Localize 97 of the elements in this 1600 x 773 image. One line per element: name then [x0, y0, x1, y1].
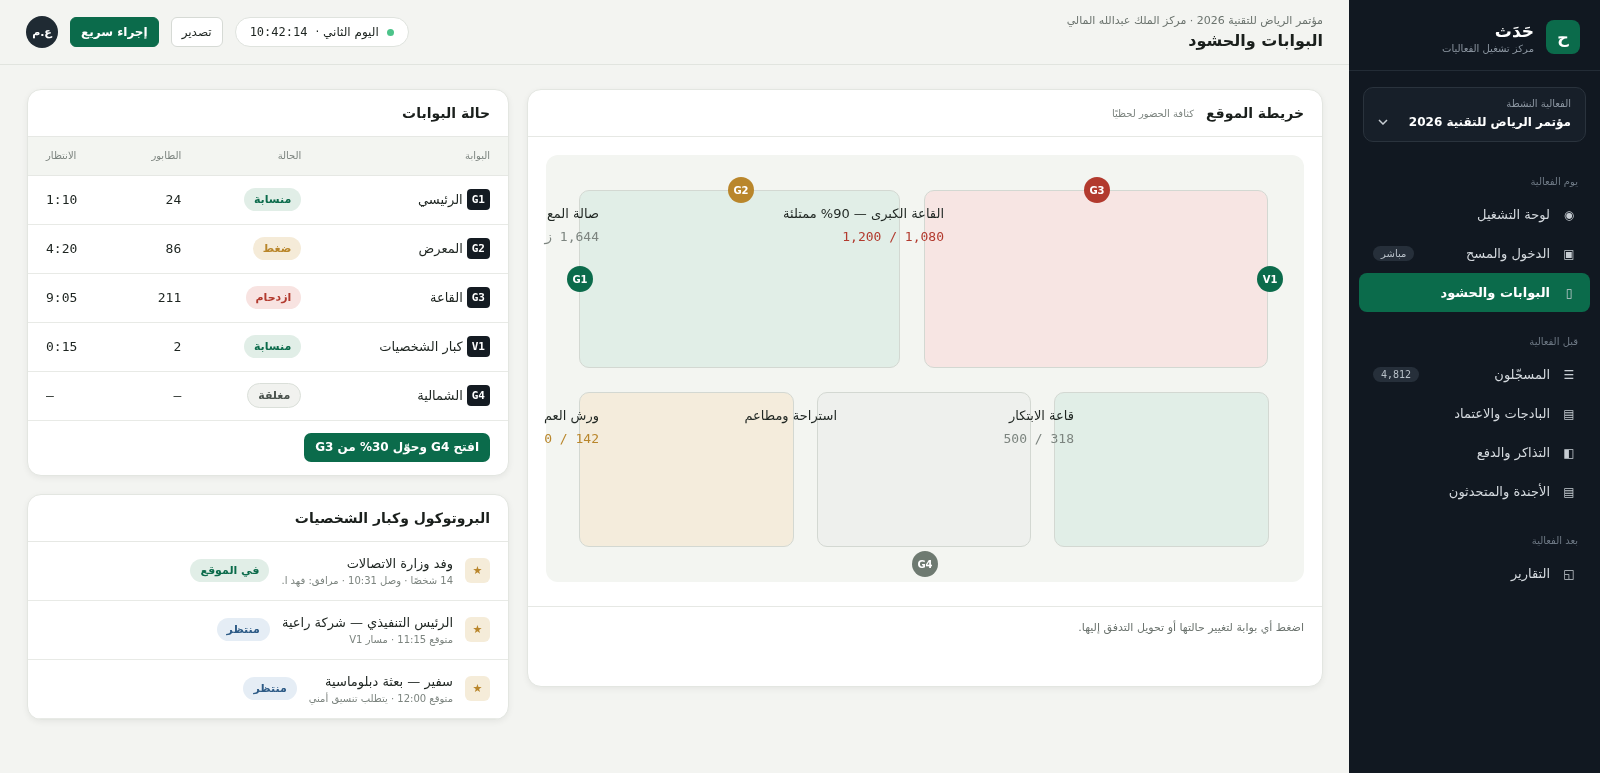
- queue-cell: 211: [114, 273, 200, 322]
- clock: 10:42:14: [249, 25, 308, 39]
- column-header: الطابور: [114, 137, 200, 175]
- gate-marker[interactable]: G3: [1084, 177, 1110, 203]
- user-avatar[interactable]: ع.م: [26, 16, 58, 48]
- nav-icon: ▣: [1562, 246, 1576, 261]
- wait-cell: 4:20: [28, 224, 115, 273]
- wait-cell: 1:10: [28, 175, 115, 224]
- nav-section-title: قبل الفعالية: [1528, 335, 1579, 349]
- queue-cell: 24: [114, 175, 200, 224]
- zone-name: استراحة ومطاعم: [744, 408, 837, 423]
- status-pill: ازدحام: [245, 286, 302, 309]
- nav-icon: ◧: [1562, 445, 1576, 460]
- zone-name: القاعة الكبرى — 90% ممتلئة: [783, 206, 944, 221]
- status-pill: منتظر: [216, 618, 270, 641]
- nav-label: لوحة التشغيل: [1477, 207, 1550, 222]
- zone-occupancy: 1,644 ز: [544, 229, 599, 244]
- guest-name: الرئيس التنفيذي — شركة راعية: [281, 614, 453, 630]
- card-title: خريطة الموقع: [1206, 105, 1304, 121]
- card-title: حالة البوابات: [402, 105, 490, 121]
- event-selector[interactable]: الفعالية النشطة مؤتمر الرياض للتقنية 2026: [1363, 87, 1586, 142]
- status-pill: ضغط: [252, 237, 302, 260]
- zone-name: صالة المع: [546, 206, 599, 221]
- nav-label: البادجات والاعتماد: [1454, 406, 1550, 421]
- gate-name: كبار الشخصيات: [379, 339, 463, 354]
- zone-name: قاعة الابتكار: [1008, 408, 1074, 423]
- wait-cell: –: [28, 371, 115, 420]
- app-name: حَدَث: [1493, 20, 1534, 41]
- queue-cell: 2: [114, 322, 200, 371]
- nav-icon: ◉: [1562, 207, 1576, 222]
- nav-label: المسجّلون: [1494, 367, 1550, 382]
- card-title: البروتوكول وكبار الشخصيات: [294, 509, 490, 526]
- gate-code-badge: G4: [466, 385, 490, 406]
- nav-badge: مباشر: [1373, 246, 1415, 261]
- nav-label: الدخول والمسح: [1465, 246, 1550, 261]
- day-label: اليوم الثاني ·: [315, 25, 379, 39]
- reroute-button[interactable]: افتح G4 وحوّل 30% من G3: [304, 432, 490, 462]
- column-header: الانتظار: [28, 137, 115, 175]
- zone-occupancy: 142 / 0: [544, 431, 599, 446]
- status-pill: منسابة: [243, 188, 302, 211]
- gate-name: القاعة: [429, 290, 463, 305]
- chevron-down-icon: [1378, 119, 1388, 125]
- nav-icon: ▯: [1562, 285, 1576, 300]
- page-title: البوابات والحشود: [1187, 31, 1323, 50]
- gate-marker[interactable]: V1: [1257, 266, 1283, 292]
- export-button[interactable]: تصدير: [170, 17, 223, 47]
- nav-section-title: يوم الفعالية: [1529, 175, 1579, 189]
- zone-name: ورش العم: [543, 408, 599, 423]
- nav-item[interactable]: ▤ البادجات والاعتماد: [1359, 394, 1590, 433]
- nav-icon: ☰: [1562, 367, 1576, 382]
- nav-item[interactable]: ▣ الدخول والمسح مباشر: [1359, 234, 1590, 273]
- nav-label: التذاكر والدفع: [1476, 445, 1550, 460]
- nav-item[interactable]: ◧ التذاكر والدفع: [1359, 433, 1590, 472]
- gate-name: الرئيسي: [418, 192, 463, 207]
- nav-badge: 4,812: [1373, 367, 1420, 382]
- status-pill: مغلقة: [247, 383, 302, 408]
- gate-code-badge: G1: [466, 189, 490, 210]
- guest-name: وفد وزارة الاتصالات: [345, 555, 453, 571]
- quick-action-button[interactable]: إجراء سريع: [70, 17, 159, 47]
- column-header: البوابة: [319, 137, 508, 175]
- app-logo: ح: [1546, 20, 1580, 54]
- gate-code-badge: G2: [466, 238, 490, 259]
- nav-item[interactable]: ◉ لوحة التشغيل: [1359, 195, 1590, 234]
- gate-code-badge: G3: [466, 287, 490, 308]
- gate-name: الشمالية: [417, 388, 463, 403]
- guest-name: سفير — بعثة دبلوماسية: [324, 673, 453, 689]
- column-header: الحالة: [199, 137, 320, 175]
- nav-icon: ▤: [1562, 406, 1576, 421]
- guest-details: متوقع 11:15 · مسار V1: [348, 633, 453, 645]
- gate-name: المعرض: [418, 241, 463, 256]
- nav-label: البوابات والحشود: [1440, 285, 1550, 300]
- zone-occupancy: 318 / 500: [1003, 431, 1074, 446]
- app-tagline: مركز تشغيل الفعاليات: [1442, 42, 1534, 54]
- queue-cell: 86: [114, 224, 200, 273]
- nav-section-title: بعد الفعالية: [1530, 534, 1579, 548]
- gate-code-badge: V1: [466, 336, 490, 357]
- card-subtitle: كثافة الحضور لحظيًا: [1111, 107, 1194, 119]
- nav-icon: ◱: [1562, 566, 1576, 581]
- zone-occupancy: 1,080 / 1,200: [842, 229, 944, 244]
- gate-marker[interactable]: G4: [912, 551, 938, 577]
- nav-item[interactable]: ◱ التقارير: [1359, 554, 1590, 593]
- nav-icon: ▤: [1562, 484, 1576, 499]
- nav-label: التقارير: [1510, 566, 1550, 581]
- status-pill: منتظر: [243, 677, 297, 700]
- wait-cell: 0:15: [28, 322, 115, 371]
- gate-marker[interactable]: G1: [567, 266, 593, 292]
- map-hint: اضغط أي بوابة لتغيير حالتها أو تحويل التدفق إليها.: [528, 606, 1322, 686]
- guest-details: متوقع 12:00 · يتطلب تنسيق أمني: [308, 692, 453, 704]
- wait-cell: 9:05: [28, 273, 115, 322]
- status-pill: منسابة: [243, 335, 302, 358]
- nav-item[interactable]: ▯ البوابات والحشود: [1359, 273, 1590, 312]
- nav-label: الأجندة والمتحدثون: [1448, 484, 1550, 499]
- status-pill: في الموقع: [190, 559, 270, 582]
- queue-cell: –: [114, 371, 200, 420]
- guest-details: 14 شخصًا · وصل 10:31 · مرافق: فهد ا.: [281, 574, 453, 586]
- page-context: مؤتمر الرياض للتقنية 2026 · مركز الملك عبدالله المالي: [1066, 14, 1323, 27]
- nav-item[interactable]: ▤ الأجندة والمتحدثون: [1359, 472, 1590, 511]
